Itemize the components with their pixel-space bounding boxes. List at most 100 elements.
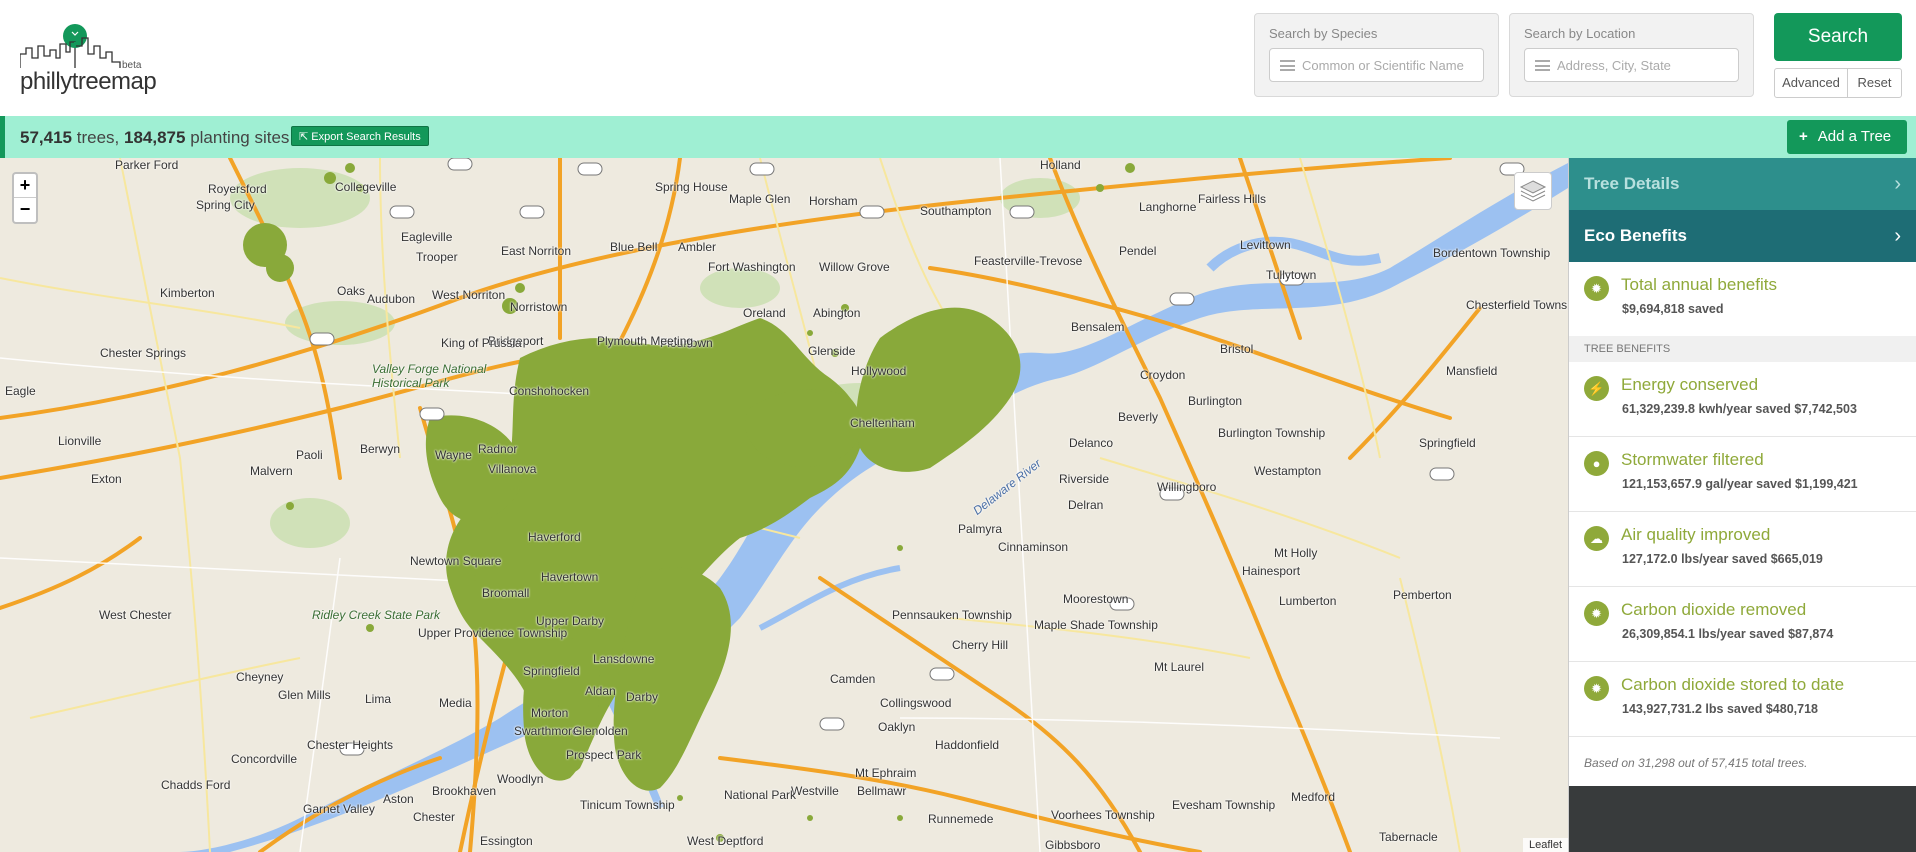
map-label: Maple Glen <box>729 192 791 206</box>
layers-icon <box>1519 180 1547 202</box>
water-drop-icon: ● <box>1584 451 1609 476</box>
map-label: Willow Grove <box>819 260 890 274</box>
map-label: Collingswood <box>880 696 952 710</box>
layers-button[interactable] <box>1514 172 1552 210</box>
reset-button[interactable]: Reset <box>1847 68 1902 98</box>
benefit-title: Energy conserved <box>1621 375 1759 394</box>
map-label: Moorestown <box>1063 592 1129 606</box>
add-tree-label: Add a Tree <box>1817 128 1892 145</box>
map-label: Plymouth Meeting <box>597 334 694 348</box>
results-bar: 57,415 trees, 184,875 planting sites ⇱ E… <box>0 116 1916 158</box>
cloud-icon: ☁ <box>1584 526 1609 551</box>
map-label: Tabernacle <box>1379 830 1438 844</box>
location-search-field[interactable] <box>1524 48 1739 82</box>
map-label: Wayne <box>435 448 472 462</box>
map-label: Brookhaven <box>432 784 497 798</box>
site-count: 184,875 <box>124 128 186 147</box>
map-label: Pennsauken Township <box>892 608 1012 622</box>
map-label: Beverly <box>1118 410 1159 424</box>
map-label: Radnor <box>478 442 518 456</box>
map-label: Villanova <box>488 462 537 476</box>
map-label: Lumberton <box>1279 594 1337 608</box>
list-icon <box>1280 60 1295 71</box>
map-label: Berwyn <box>360 442 401 456</box>
map-label: Aston <box>383 792 414 806</box>
map-label: Cherry Hill <box>952 638 1009 652</box>
map-label: Springfield <box>523 664 580 678</box>
map-label: Fort Washington <box>708 260 796 274</box>
search-button[interactable]: Search <box>1774 13 1902 61</box>
map-label: Lionville <box>58 434 102 448</box>
benefit-energy: ⚡ Energy conserved 61,329,239.8 kwh/year… <box>1569 362 1916 437</box>
map-label: Medford <box>1291 790 1336 804</box>
map-label: Bensalem <box>1071 320 1125 334</box>
benefit-co2-removed: ✹ Carbon dioxide removed 26,309,854.1 lb… <box>1569 587 1916 662</box>
map-label: East Norriton <box>501 244 572 258</box>
map-label: National Park <box>724 788 797 802</box>
map-label: Feasterville-Trevose <box>974 254 1083 268</box>
map-label: Mt Ephraim <box>855 766 917 780</box>
map-view[interactable]: Parker Ford Royersford Spring City Colle… <box>0 158 1568 852</box>
add-tree-button[interactable]: + Add a Tree <box>1787 120 1907 154</box>
logo-text: phillytreemap <box>20 68 157 95</box>
map-label: Ambler <box>678 240 717 254</box>
export-icon: ⇱ <box>299 131 312 143</box>
benefit-air-quality: ☁ Air quality improved 127,172.0 lbs/yea… <box>1569 512 1916 587</box>
details-sidebar: Tree Details › Eco Benefits › ✹ Total an… <box>1568 158 1916 852</box>
map-label: Delanco <box>1069 436 1114 450</box>
species-search-box: Search by Species <box>1254 13 1499 97</box>
map-label: Riverside <box>1059 472 1110 486</box>
zoom-in-button[interactable]: + <box>14 174 36 198</box>
map-label: Mt Holly <box>1274 546 1318 560</box>
map-label: Oreland <box>743 306 786 320</box>
tree-details-header[interactable]: Tree Details › <box>1569 158 1916 210</box>
sidebar-footer <box>1569 786 1916 852</box>
chevron-right-icon: › <box>1894 225 1901 247</box>
sun-icon: ✹ <box>1584 601 1609 626</box>
map-attribution[interactable]: Leaflet <box>1522 838 1568 852</box>
tree-count: 57,415 <box>20 128 72 147</box>
map-label: Holland <box>1040 158 1081 172</box>
map-label: Lima <box>365 692 392 706</box>
export-results-button[interactable]: ⇱ Export Search Results <box>291 126 429 146</box>
eco-benefits-header[interactable]: Eco Benefits › <box>1569 210 1916 262</box>
map-label: Delran <box>1068 498 1104 512</box>
eco-benefits-title: Eco Benefits <box>1584 226 1687 245</box>
map-label: Malvern <box>250 464 293 478</box>
chevron-right-icon: › <box>1894 173 1901 195</box>
benefit-stormwater: ● Stormwater filtered 121,153,657.9 gal/… <box>1569 437 1916 512</box>
map-label: Cinnaminson <box>998 540 1069 554</box>
map-label: Levittown <box>1240 238 1291 252</box>
map-label: Eagle <box>5 384 36 398</box>
benefit-title: Carbon dioxide removed <box>1621 600 1807 619</box>
map-label: Southampton <box>920 204 992 218</box>
list-icon <box>1535 60 1550 71</box>
map-label: Ridley Creek State Park <box>312 608 441 622</box>
map-label: Concordville <box>231 752 298 766</box>
advanced-button[interactable]: Advanced <box>1774 68 1848 98</box>
map-label: Bellmawr <box>857 784 907 798</box>
map-label: Haddonfield <box>935 738 1000 752</box>
location-search-box: Search by Location <box>1509 13 1754 97</box>
benefit-value: $9,694,818 saved <box>1622 302 1724 316</box>
sun-icon: ✹ <box>1584 276 1609 301</box>
zoom-out-button[interactable]: − <box>14 198 36 222</box>
species-search-field[interactable] <box>1269 48 1484 82</box>
map-label: Burlington <box>1188 394 1243 408</box>
map-label: Abington <box>813 306 861 320</box>
map-label: Bordentown Township <box>1433 246 1551 260</box>
logo[interactable]: phillytreemap beta <box>19 24 160 95</box>
tree-details-title: Tree Details <box>1584 174 1680 193</box>
map-label: Tullytown <box>1266 268 1317 282</box>
map-label: Conshohocken <box>509 384 590 398</box>
map-label: Royersford <box>208 182 267 196</box>
map-label: Blue Bell <box>610 240 658 254</box>
location-search-input[interactable] <box>1557 49 1727 81</box>
map-label: Mt Laurel <box>1154 660 1205 674</box>
map-label: Essington <box>480 834 533 848</box>
map-label: Camden <box>830 672 876 686</box>
map-label: Woodlyn <box>497 772 544 786</box>
species-search-input[interactable] <box>1302 49 1472 81</box>
map-label: Tinicum Township <box>580 798 675 812</box>
map-label: Springfield <box>1419 436 1476 450</box>
